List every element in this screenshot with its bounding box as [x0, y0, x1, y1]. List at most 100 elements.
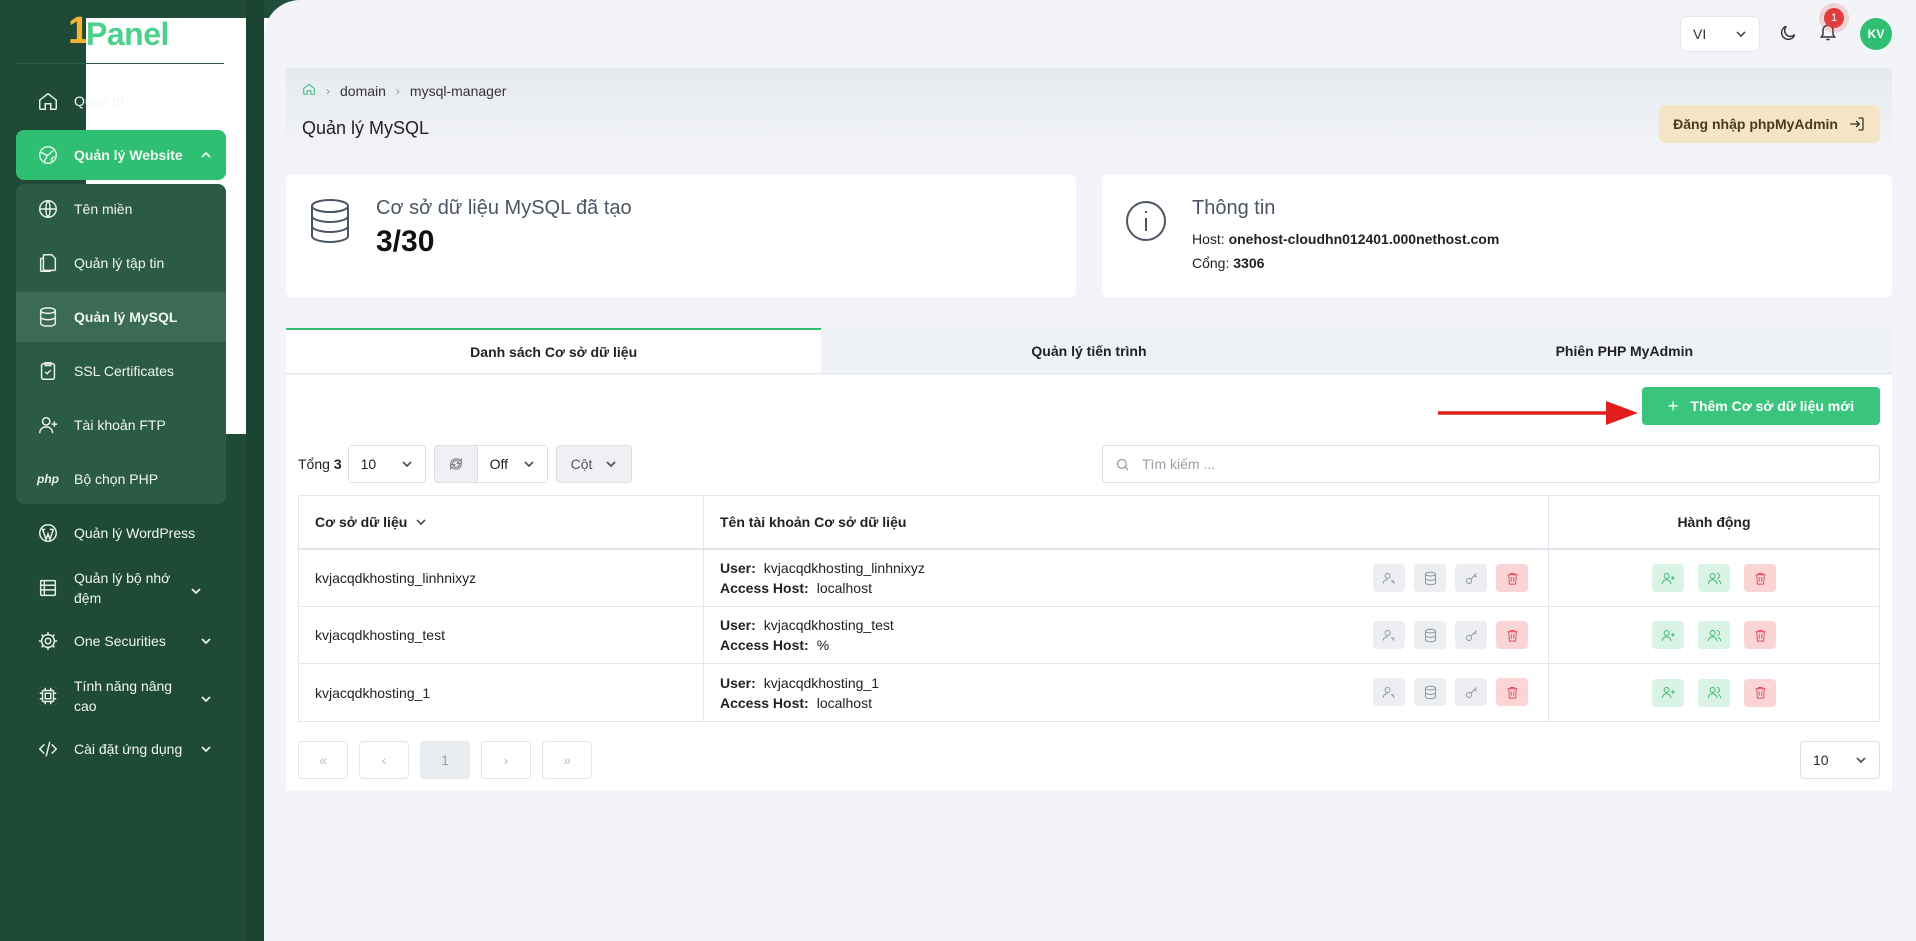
breadcrumb-item-domain[interactable]: domain	[340, 83, 386, 99]
header-database[interactable]: Cơ sở dữ liệu	[299, 496, 704, 548]
breadcrumb-item-mysql[interactable]: mysql-manager	[410, 83, 506, 99]
prev-page-button[interactable]: ‹	[359, 741, 409, 779]
chevron-right-icon: ›	[395, 83, 400, 98]
manage-users-button[interactable]	[1698, 564, 1730, 592]
tab-phpmyadmin-sessions[interactable]: Phiên PHP MyAdmin	[1357, 328, 1892, 373]
port-row: Cổng: 3306	[1192, 255, 1264, 271]
database-list-panel: + Thêm Cơ sở dữ liệu mới Tổng 3 10 Off C…	[286, 375, 1892, 791]
chevron-down-icon	[1736, 31, 1746, 38]
search-input[interactable]	[1142, 456, 1867, 472]
sidebar-item-security[interactable]: One Securities	[16, 616, 226, 666]
cache-icon	[36, 576, 60, 600]
sidebar-item-ssl[interactable]: SSL Certificates	[16, 346, 226, 396]
delete-user-button[interactable]	[1496, 678, 1528, 706]
user-info: User: kvjacqdkhosting_1 Access Host: local…	[720, 673, 879, 713]
user-plus-icon	[1661, 629, 1675, 641]
sidebar-item-files[interactable]: Quản lý tập tin	[16, 238, 226, 288]
manage-users-button[interactable]	[1698, 678, 1730, 707]
assign-database-button[interactable]	[1414, 678, 1446, 706]
user-permission-button[interactable]	[1373, 564, 1405, 592]
database-icon	[1424, 685, 1436, 699]
db-name-cell: kvjacqdkhosting_linhnixyz	[299, 550, 704, 606]
sidebar-item-cache[interactable]: Quản lý bộ nhớ đệm	[16, 560, 216, 616]
home-icon[interactable]	[302, 82, 316, 99]
columns-select[interactable]: Cột	[555, 445, 632, 483]
manage-users-button[interactable]	[1698, 621, 1730, 649]
refresh-button[interactable]	[433, 445, 478, 483]
app-version: 3.1.2	[138, 50, 163, 62]
chevron-down-icon	[605, 461, 616, 468]
page-size-select[interactable]: 10	[347, 445, 426, 483]
last-page-button[interactable]: »	[542, 741, 592, 779]
info-title: Thông tin	[1192, 197, 1276, 219]
delete-database-button[interactable]	[1744, 564, 1776, 592]
first-page-button[interactable]: «	[298, 741, 348, 779]
columns-label: Cột	[570, 456, 593, 472]
sidebar-item-label: Bộ chọn PHP	[74, 471, 159, 487]
delete-user-button[interactable]	[1496, 621, 1528, 649]
db-count-value: 3/30	[376, 225, 435, 258]
host-row: Host: onehost-cloudhn012401.000nethost.c…	[1192, 231, 1499, 247]
change-password-button[interactable]	[1455, 678, 1487, 706]
user-key: User:	[720, 674, 756, 691]
header-db-user: Tên tài khoản Cơ sở dữ liệu	[704, 496, 1549, 548]
actions-cell	[1549, 550, 1879, 606]
delete-database-button[interactable]	[1744, 678, 1776, 707]
sidebar-item-php[interactable]: php Bộ chọn PHP	[16, 454, 226, 504]
language-select[interactable]: VI	[1680, 16, 1760, 52]
sidebar-item-label: Tài khoản FTP	[74, 417, 166, 433]
sidebar-item-label: SSL Certificates	[74, 363, 174, 379]
notifications-button[interactable]: 1	[1818, 8, 1844, 46]
delete-database-button[interactable]	[1744, 621, 1776, 649]
trash-icon	[1755, 572, 1765, 585]
user-plus-icon	[1661, 572, 1675, 584]
sidebar-item-apps[interactable]: Cài đặt ứng dụng	[16, 724, 226, 774]
login-icon	[1850, 117, 1864, 131]
database-icon	[1424, 628, 1436, 642]
auto-refresh-select[interactable]: Off	[477, 445, 548, 483]
auto-refresh-group: Off	[433, 445, 548, 483]
notification-badge: 1	[1824, 8, 1844, 28]
assign-database-button[interactable]	[1414, 564, 1446, 592]
sidebar-item-label: Quản trị	[74, 93, 124, 109]
sidebar-item-website[interactable]: Quản lý Website	[16, 130, 226, 180]
add-user-button[interactable]	[1652, 621, 1684, 649]
sidebar-item-mysql[interactable]: Quản lý MySQL	[16, 292, 226, 342]
plus-icon: +	[1667, 395, 1679, 416]
add-user-button[interactable]	[1652, 678, 1684, 707]
sidebar-edge	[246, 0, 264, 941]
refresh-icon	[449, 458, 462, 470]
page-number-button[interactable]: 1	[420, 741, 470, 779]
sidebar-item-ftp[interactable]: Tài khoản FTP	[16, 400, 226, 450]
tab-process-manager[interactable]: Quản lý tiến trình	[821, 328, 1356, 373]
avatar[interactable]: KV	[1860, 18, 1892, 50]
auto-refresh-value: Off	[489, 456, 509, 472]
change-password-button[interactable]	[1455, 564, 1487, 592]
user-value: kvjacqdkhosting_linhnixyz	[763, 560, 925, 576]
sidebar-item-label: Quản lý WordPress	[74, 525, 196, 541]
page-title: Quản lý MySQL	[302, 118, 430, 138]
trash-icon	[1507, 629, 1517, 642]
user-permission-button[interactable]	[1373, 621, 1405, 649]
add-user-button[interactable]	[1652, 564, 1684, 592]
sidebar-item-dashboard[interactable]: Quản trị	[16, 76, 226, 126]
pagination-size-select[interactable]: 10	[1800, 741, 1880, 779]
phpmyadmin-login-button[interactable]: Đăng nhập phpMyAdmin	[1659, 105, 1880, 143]
row-actions	[1645, 564, 1783, 592]
user-key-icon	[1382, 629, 1395, 641]
user-plus-icon	[1661, 687, 1675, 699]
user-permission-button[interactable]	[1373, 678, 1405, 706]
sidebar-item-domains[interactable]: Tên miền	[16, 184, 226, 234]
next-page-button[interactable]: ›	[481, 741, 531, 779]
delete-user-button[interactable]	[1496, 564, 1528, 592]
tab-database-list[interactable]: Danh sách Cơ sở dữ liệu	[286, 328, 822, 373]
app-logo[interactable]: 1 Panel 3.1.2	[68, 12, 1692, 434]
annotation-arrow	[1438, 401, 1638, 425]
add-database-button[interactable]: + Thêm Cơ sở dữ liệu mới	[1642, 387, 1880, 425]
sidebar-item-advanced[interactable]: Tính năng nâng cao	[16, 668, 226, 724]
trash-icon	[1755, 629, 1765, 642]
change-password-button[interactable]	[1455, 621, 1487, 649]
dark-mode-toggle[interactable]	[1778, 23, 1800, 45]
assign-database-button[interactable]	[1414, 621, 1446, 649]
sidebar-item-wordpress[interactable]: Quản lý WordPress	[16, 508, 226, 558]
